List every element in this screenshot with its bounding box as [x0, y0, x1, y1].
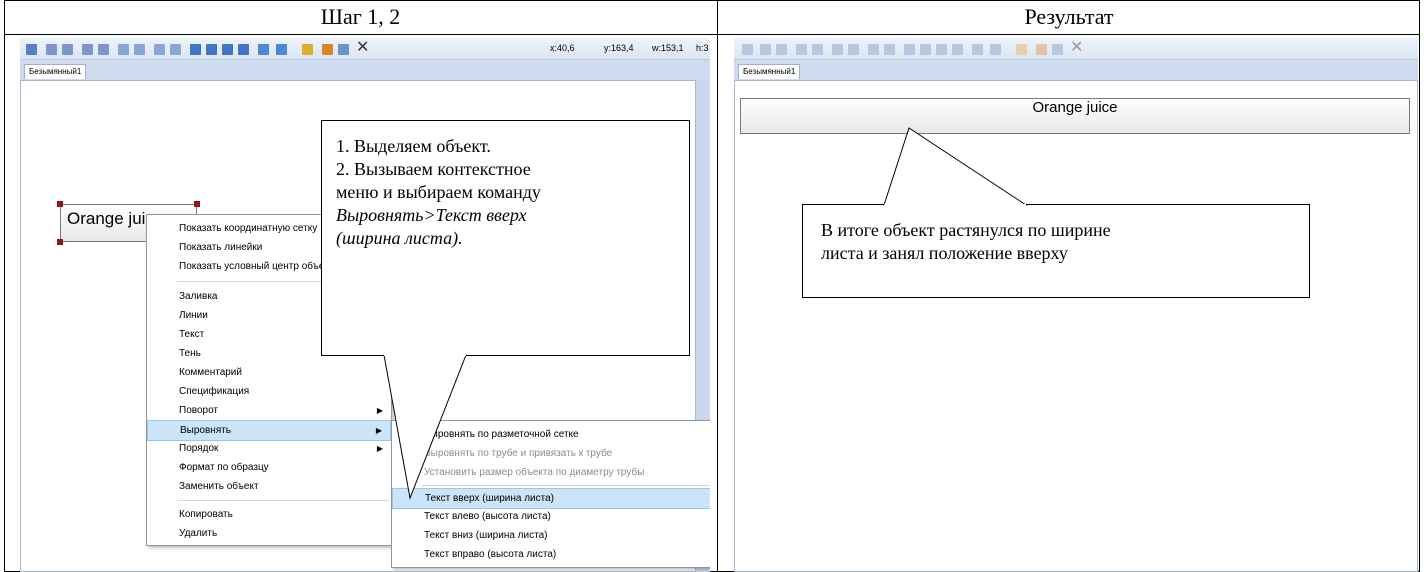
- callout-pointer-right: [883, 127, 1028, 206]
